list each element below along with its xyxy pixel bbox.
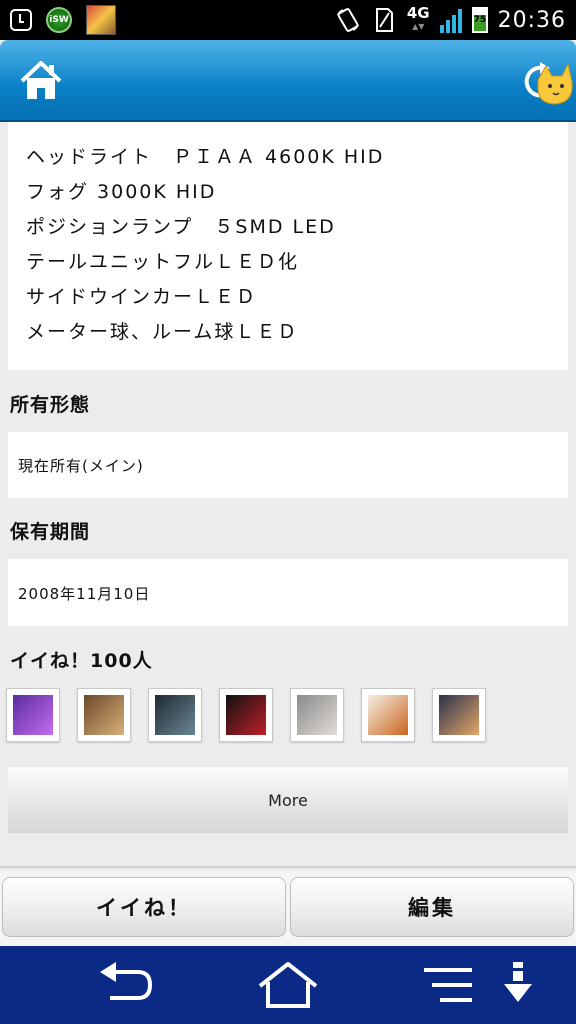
ownership-card: 現在所有(メイン) [8,432,568,498]
period-label: 保有期間 [10,521,91,543]
parts-list-card: ヘッドライト ＰＩＡＡ 4600K HID フォグ 3000K HID ポジショ… [8,122,568,370]
home-icon[interactable] [18,58,64,104]
system-nav-bar [0,946,576,1024]
liker-thumbnail[interactable] [6,688,60,742]
parts-line: ヘッドライト ＰＩＡＡ 4600K HID [26,146,385,168]
isw-app-icon: iSW [46,7,72,33]
parts-line: サイドウインカーＬＥＤ [26,286,258,308]
period-card: 2008年11月10日 [8,559,568,626]
likes-count-label: イイね！100人 [10,650,153,672]
thumb-cats [84,695,124,735]
liker-thumbnails [6,688,486,742]
network-indicator: 4G ▲▼ [406,4,430,32]
signal-icon [439,7,462,33]
more-button[interactable]: More [8,767,568,833]
menu-icon[interactable] [420,960,476,1010]
ownership-label: 所有形態 [10,394,91,416]
liker-thumbnail[interactable] [148,688,202,742]
thumb-sunset [439,695,479,735]
thumb-cat-gray [297,695,337,735]
liker-thumbnail[interactable] [219,688,273,742]
battery-percent: 75 [473,15,487,25]
liker-thumbnail[interactable] [290,688,344,742]
edit-button[interactable]: 編集 [290,877,574,937]
parts-line: フォグ 3000K HID [26,181,217,203]
battery-icon: 75 [471,7,488,33]
ownership-value: 現在所有(メイン) [18,457,144,475]
parts-line: ポジションランプ ５SMD LED [26,216,336,238]
status-bar: iSW 4G ▲▼ 75 20:36 [0,0,576,40]
refresh-cat-icon[interactable] [516,58,576,108]
home-icon[interactable] [256,960,320,1010]
thumb-car-dark [155,695,195,735]
clock: 20:36 [497,7,566,33]
rotation-lock-icon [336,8,359,32]
divider [0,866,576,868]
parts-line: メーター球、ルーム球ＬＥＤ [26,321,299,343]
liker-thumbnail[interactable] [432,688,486,742]
like-button[interactable]: イイね！ [2,877,286,937]
liker-thumbnail[interactable] [77,688,131,742]
thumb-purple-logo [13,695,53,735]
download-icon[interactable] [502,960,534,1010]
liker-thumbnail[interactable] [361,688,415,742]
alarm-icon [10,9,32,31]
no-sim-icon [375,8,393,32]
app-header [0,40,576,122]
parts-line: テールユニットフルＬＥＤ化 [26,251,300,273]
action-bar: イイね！ 編集 [0,870,576,946]
back-icon[interactable] [96,960,156,1010]
thumb-red-black [226,695,266,735]
period-value: 2008年11月10日 [18,585,151,603]
thumb-toys-orange [368,695,408,735]
notification-thumbnail [86,5,116,35]
